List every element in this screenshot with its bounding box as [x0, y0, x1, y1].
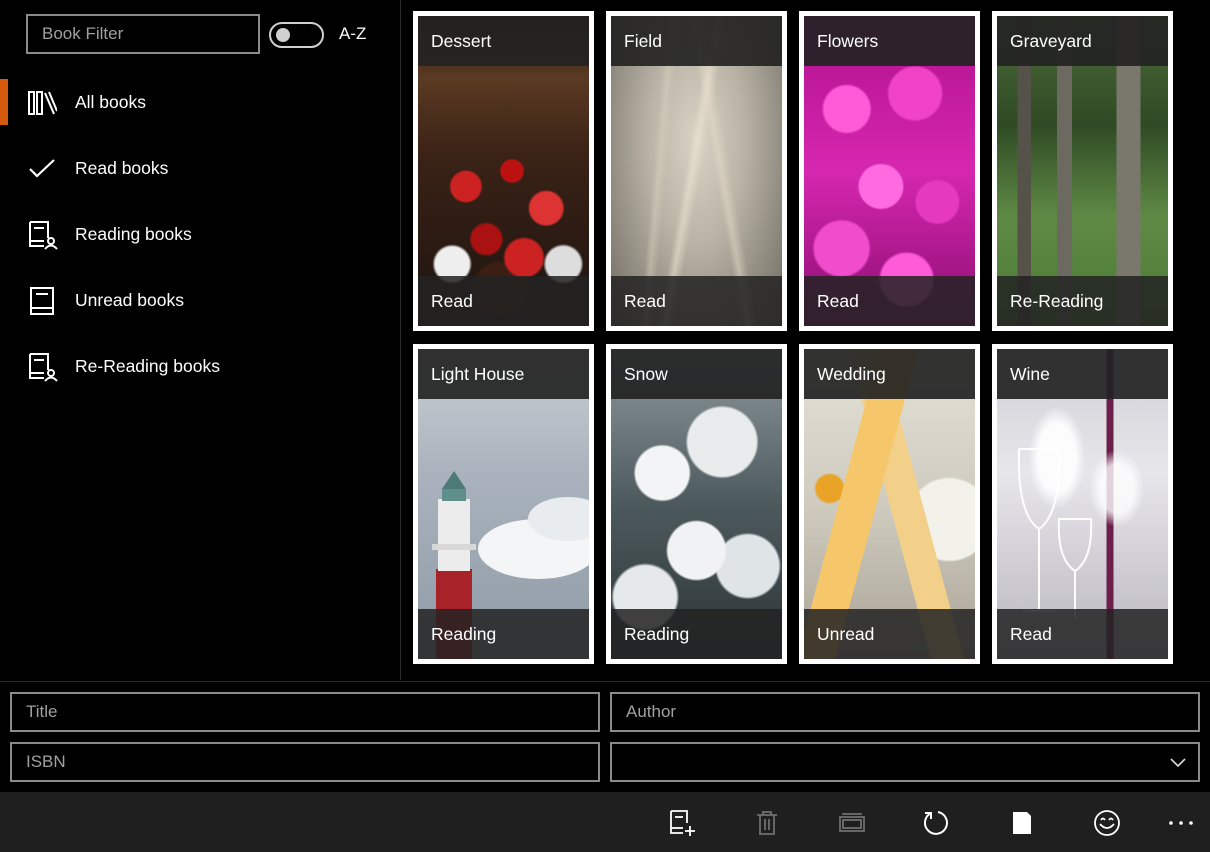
book-title: Flowers: [804, 16, 975, 66]
book-title: Wedding: [804, 349, 975, 399]
nav-item-unread-books[interactable]: Unread books: [0, 267, 400, 333]
book-grid: Dessert Read Field Read Flowers Read Gra…: [413, 11, 1193, 667]
pane-divider: [400, 0, 401, 680]
emoji-button[interactable]: [1092, 808, 1122, 838]
book-tile[interactable]: Field Read: [606, 11, 787, 331]
reading-book-icon: [26, 219, 58, 251]
sort-toggle[interactable]: [269, 22, 324, 48]
book-tile[interactable]: Light House Reading: [413, 344, 594, 664]
refresh-button[interactable]: [922, 808, 952, 838]
checkmark-icon: [26, 153, 58, 185]
form-divider: [0, 681, 1210, 682]
nav-item-reading-books[interactable]: Reading books: [0, 201, 400, 267]
book-status: Read: [418, 276, 589, 326]
status-dropdown[interactable]: [610, 742, 1200, 782]
book-title: Snow: [611, 349, 782, 399]
chevron-down-icon: [1170, 754, 1186, 770]
book-status: Reading: [611, 609, 782, 659]
author-input[interactable]: [610, 692, 1200, 732]
book-status: Re-Reading: [997, 276, 1168, 326]
book-status: Read: [611, 276, 782, 326]
command-bar: [0, 792, 1210, 852]
book-title: Dessert: [418, 16, 589, 66]
nav-item-read-books[interactable]: Read books: [0, 135, 400, 201]
book-status: Reading: [418, 609, 589, 659]
navigation-pane: A-Z All books Read books: [0, 0, 400, 680]
more-icon: [1168, 820, 1194, 826]
nav-item-label: Unread books: [75, 289, 184, 310]
nav-item-re-reading-books[interactable]: Re-Reading books: [0, 333, 400, 399]
delete-icon: [755, 810, 779, 836]
more-button[interactable]: [1166, 808, 1196, 838]
book-tile[interactable]: Snow Reading: [606, 344, 787, 664]
reading-book-icon: [26, 351, 58, 383]
isbn-input[interactable]: [10, 742, 600, 782]
nav-item-label: All books: [75, 91, 147, 112]
nav-item-label: Read books: [75, 157, 169, 178]
book-title: Graveyard: [997, 16, 1168, 66]
nav-item-all-books[interactable]: All books: [0, 69, 400, 135]
delete-button[interactable]: [752, 808, 782, 838]
refresh-icon: [923, 809, 951, 837]
book-tile[interactable]: Wedding Unread: [799, 344, 980, 664]
selection-indicator: [0, 79, 8, 125]
add-book-icon: [668, 809, 696, 837]
book-tile[interactable]: Wine Read: [992, 344, 1173, 664]
emoji-icon: [1093, 809, 1121, 837]
page-icon: [1011, 810, 1033, 836]
sort-toggle-label: A-Z: [339, 24, 367, 43]
nav-item-label: Reading books: [75, 223, 192, 244]
nav-menu: All books Read books Reading books Unrea…: [0, 69, 400, 399]
book-tile[interactable]: Flowers Read: [799, 11, 980, 331]
book-status: Unread: [804, 609, 975, 659]
add-book-button[interactable]: [667, 808, 697, 838]
book-title: Field: [611, 16, 782, 66]
library-icon: [26, 87, 58, 119]
book-icon: [26, 285, 58, 317]
title-input[interactable]: [10, 692, 600, 732]
book-status: Read: [997, 609, 1168, 659]
gallery-button[interactable]: [837, 808, 867, 838]
book-title: Light House: [418, 349, 589, 399]
toggle-knob: [276, 28, 290, 42]
nav-item-label: Re-Reading books: [75, 355, 220, 376]
book-tile[interactable]: Graveyard Re-Reading: [992, 11, 1173, 331]
book-filter-input[interactable]: [26, 14, 260, 54]
book-tile[interactable]: Dessert Read: [413, 11, 594, 331]
book-status: Read: [804, 276, 975, 326]
page-button[interactable]: [1007, 808, 1037, 838]
book-title: Wine: [997, 349, 1168, 399]
gallery-icon: [838, 811, 866, 835]
